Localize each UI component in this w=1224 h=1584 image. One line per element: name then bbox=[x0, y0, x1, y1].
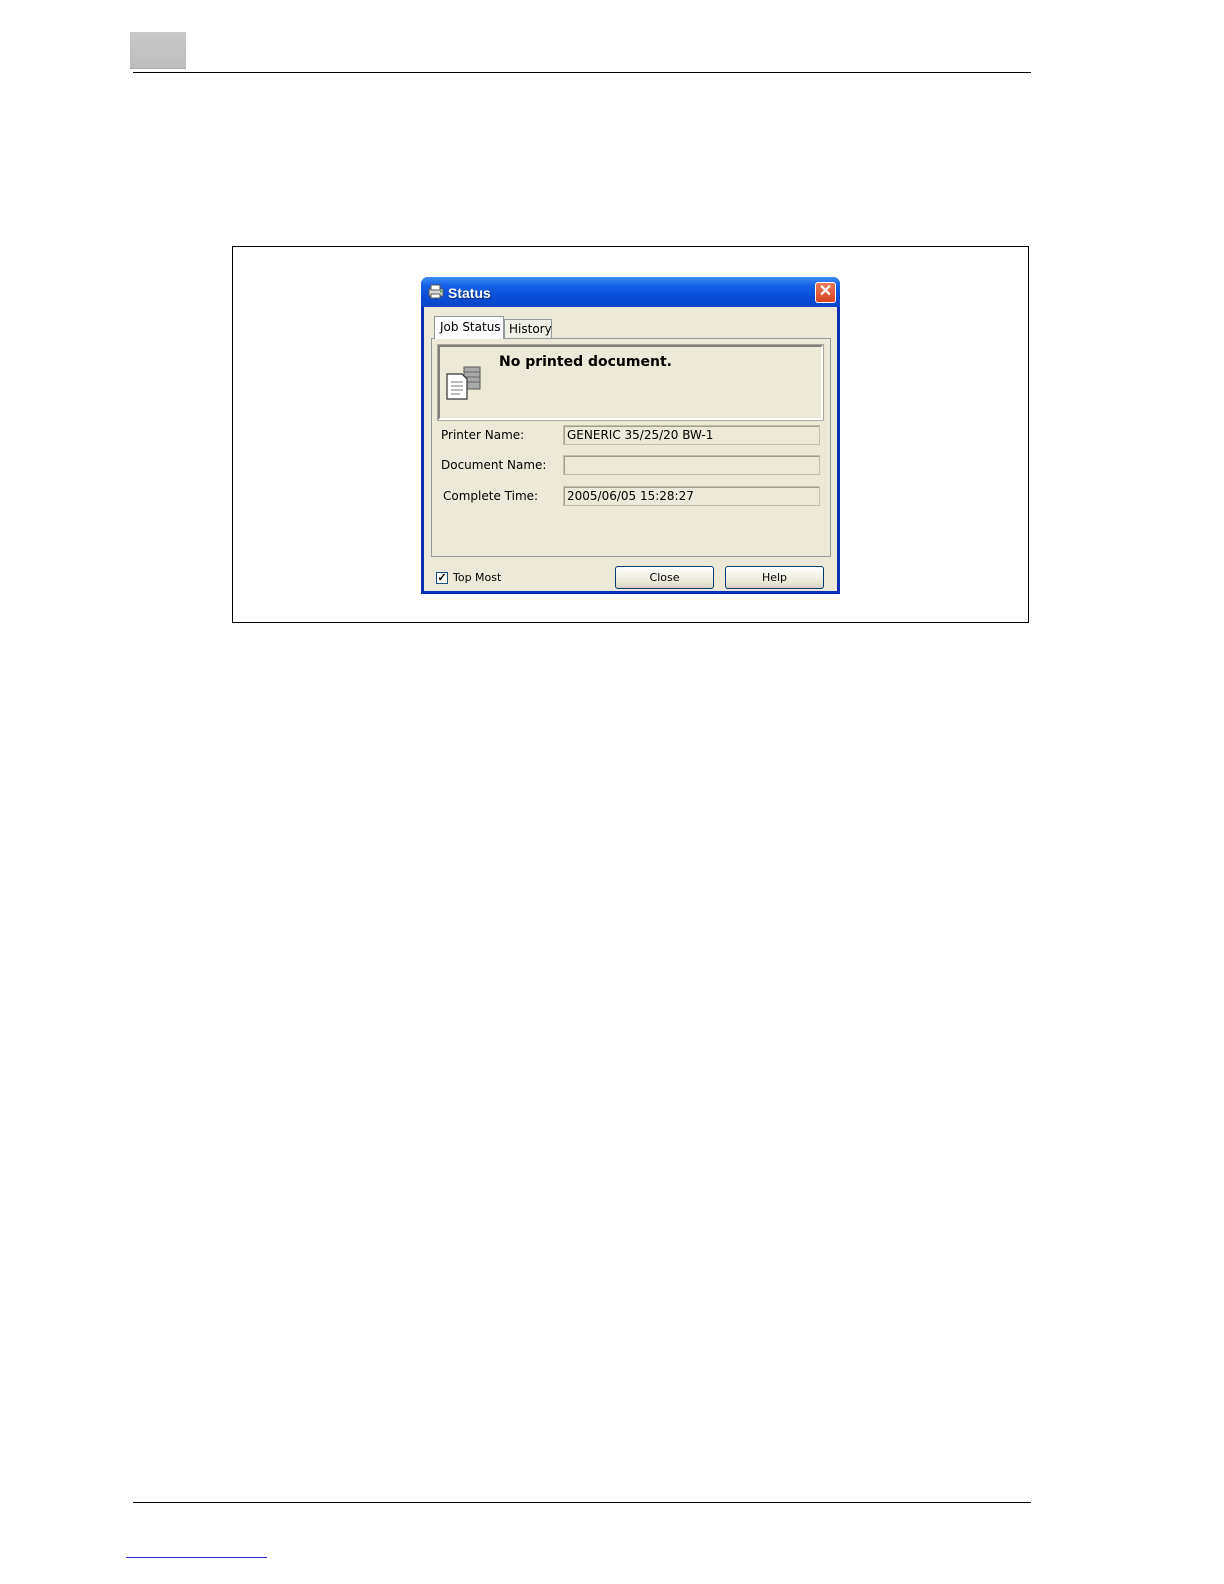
window-title: Status bbox=[448, 285, 491, 301]
status-message-box: No printed document. bbox=[437, 344, 824, 421]
page-number-tab bbox=[130, 32, 186, 69]
header-rule bbox=[133, 72, 1031, 73]
tab-history[interactable]: History bbox=[504, 319, 552, 339]
printer-status-icon bbox=[428, 284, 444, 299]
tab-job-status[interactable]: Job Status bbox=[434, 316, 504, 339]
close-button[interactable]: Close bbox=[615, 566, 714, 589]
printer-name-field[interactable]: GENERIC 35/25/20 BW-1 bbox=[563, 425, 820, 445]
footer-link-underline bbox=[126, 1557, 267, 1558]
dialog-button-bar: ✓ Top Most Close Help bbox=[424, 563, 837, 591]
top-most-checkbox[interactable]: ✓ bbox=[436, 572, 448, 584]
complete-time-label: Complete Time: bbox=[443, 489, 539, 503]
footer-rule bbox=[133, 1502, 1031, 1503]
status-dialog: Status ✕ Job Status History No printed d… bbox=[421, 277, 840, 594]
status-message: No printed document. bbox=[499, 354, 672, 370]
complete-time-field[interactable]: 2005/06/05 15:28:27 bbox=[563, 486, 820, 506]
dialog-client-area: Job Status History No printed document. … bbox=[424, 307, 837, 591]
help-button[interactable]: Help bbox=[725, 566, 824, 589]
document-name-field[interactable] bbox=[563, 455, 820, 475]
close-icon: ✕ bbox=[818, 283, 833, 300]
title-bar[interactable]: Status ✕ bbox=[421, 277, 840, 307]
window-close-button[interactable]: ✕ bbox=[815, 282, 836, 303]
document-printer-icon bbox=[446, 366, 481, 400]
job-status-panel: No printed document. Printer Name: GENER… bbox=[431, 338, 831, 557]
printer-name-label: Printer Name: bbox=[441, 428, 525, 442]
document-name-label: Document Name: bbox=[441, 458, 547, 472]
top-most-label[interactable]: Top Most bbox=[453, 571, 501, 584]
